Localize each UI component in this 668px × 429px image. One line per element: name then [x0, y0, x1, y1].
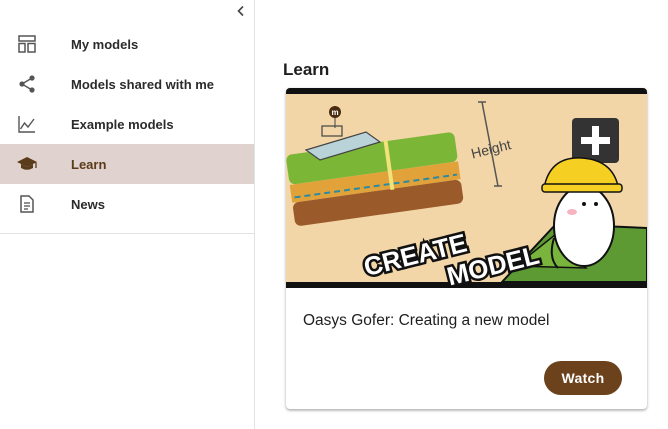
line-chart-icon — [16, 113, 38, 135]
sidebar-item-news[interactable]: News — [0, 184, 254, 224]
graduation-cap-icon — [16, 153, 38, 175]
sidebar-item-example-models[interactable]: Example models — [0, 104, 254, 144]
share-icon — [16, 73, 38, 95]
page-title: Learn — [283, 60, 330, 79]
learn-video-card: m Height CREATE MODEL Oasys Gofer: Creat… — [286, 88, 647, 409]
document-icon — [16, 193, 38, 215]
video-thumbnail[interactable]: m Height CREATE MODEL — [286, 88, 647, 294]
sidebar-item-shared[interactable]: Models shared with me — [0, 64, 254, 104]
collapse-sidebar-button[interactable] — [232, 2, 250, 20]
sidebar-nav: My models Models shared with me Example … — [0, 24, 254, 224]
main-content: Learn m Height CREATE MODEL Oasys Gofer:… — [255, 0, 668, 429]
sidebar-item-label: Learn — [71, 156, 107, 172]
sidebar-item-label: News — [71, 196, 105, 212]
sidebar-divider — [0, 233, 254, 234]
sidebar-item-label: Example models — [71, 116, 174, 132]
card-title: Oasys Gofer: Creating a new model — [303, 312, 550, 329]
dashboard-icon — [16, 33, 38, 55]
sidebar-item-label: My models — [71, 36, 139, 52]
sidebar-item-label: Models shared with me — [71, 76, 215, 92]
sidebar: My models Models shared with me Example … — [0, 0, 255, 429]
watch-button[interactable]: Watch — [544, 361, 622, 395]
sidebar-item-learn[interactable]: Learn — [0, 144, 254, 184]
logo-badge-letter: m — [331, 108, 338, 117]
chevron-left-icon — [237, 5, 244, 17]
sidebar-item-my-models[interactable]: My models — [0, 24, 254, 64]
